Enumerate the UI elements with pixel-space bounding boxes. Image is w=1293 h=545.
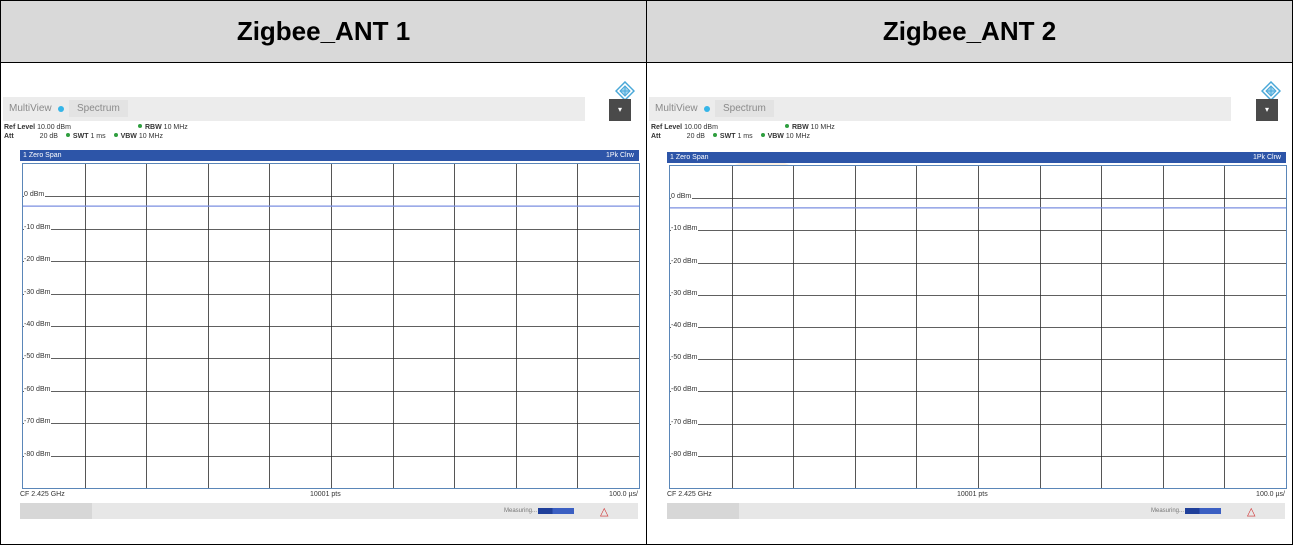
status-bar: Measuring... △ — [667, 503, 1285, 519]
grid-svg — [670, 166, 1286, 488]
status-segment — [667, 503, 739, 519]
grid-svg — [23, 164, 639, 488]
status-dot-icon — [760, 133, 765, 137]
att-label: Att — [4, 133, 14, 140]
ant2-screenshot-cell: MultiView Spectrum ▾ Ref Level 10.00 dBm… — [647, 63, 1292, 544]
time-per-division-label: 100.0 µs/ — [609, 491, 638, 498]
spectrum-analyzer-panel: MultiView Spectrum ▾ Ref Level 10.00 dBm… — [1, 63, 646, 544]
status-dot-icon — [113, 133, 118, 137]
trace-window-header: 1 Zero Span 1Pk Clrw — [20, 150, 639, 161]
ref-level-value: 10.00 dBm — [684, 124, 718, 131]
y-axis-label: -40 dBm — [671, 322, 699, 329]
y-axis-label: -30 dBm — [671, 290, 699, 297]
vbw-label: VBW — [767, 133, 784, 140]
status-segment — [20, 503, 92, 519]
y-axis-label: 0 dBm — [24, 191, 46, 198]
column-header-ant2: Zigbee_ANT 2 — [647, 1, 1292, 63]
sweep-points-label: 10001 pts — [957, 491, 988, 498]
rbw-label: RBW — [792, 124, 809, 131]
vbw-label: VBW — [120, 133, 137, 140]
trace-window-title: 1 Zero Span — [23, 152, 62, 159]
y-axis-label: -80 dBm — [671, 451, 699, 458]
measuring-status: Measuring... — [504, 508, 538, 514]
ref-level-value: 10.00 dBm — [37, 124, 71, 131]
sweep-points-label: 10001 pts — [310, 491, 341, 498]
y-axis-label: -10 dBm — [671, 225, 699, 232]
rbw-value: 10 MHz — [810, 124, 835, 131]
swt-label: SWT — [72, 133, 89, 140]
tab-spectrum[interactable]: Spectrum — [715, 100, 774, 117]
warning-icon: △ — [600, 506, 609, 518]
tab-multiview[interactable]: MultiView — [9, 103, 52, 114]
spectrum-analyzer-panel: MultiView Spectrum ▾ Ref Level 10.00 dBm… — [647, 63, 1292, 544]
trace-mode-label: 1Pk Clrw — [1252, 154, 1281, 161]
time-per-division-label: 100.0 µs/ — [1256, 491, 1285, 498]
trace-window-header: 1 Zero Span 1Pk Clrw — [667, 152, 1286, 163]
plot-footer: CF 2.425 GHz 10001 pts 100.0 µs/ — [20, 491, 638, 501]
status-dot-icon — [785, 124, 789, 128]
measuring-status: Measuring... — [1151, 508, 1185, 514]
comparison-table: Zigbee_ANT 1 Zigbee_ANT 2 MultiView Spec… — [0, 0, 1293, 545]
swt-label: SWT — [719, 133, 736, 140]
vbw-value: 10 MHz — [138, 133, 163, 140]
mode-tab-bar: MultiView Spectrum — [649, 97, 1231, 121]
center-frequency-label: CF 2.425 GHz — [667, 491, 712, 498]
plot-footer: CF 2.425 GHz 10001 pts 100.0 µs/ — [667, 491, 1285, 501]
status-dot-icon — [65, 133, 70, 137]
ref-level-label: Ref Level — [651, 124, 683, 131]
mode-tab-bar: MultiView Spectrum — [3, 97, 585, 121]
y-axis-label: -20 dBm — [671, 258, 699, 265]
y-axis-label: -60 dBm — [671, 386, 699, 393]
ant1-screenshot-cell: MultiView Spectrum ▾ Ref Level 10.00 dBm… — [1, 63, 646, 544]
y-axis-label: -40 dBm — [24, 321, 52, 328]
measurement-settings: Ref Level 10.00 dBm RBW 10 MHz Att 20 dB… — [651, 124, 951, 142]
y-axis-label: -20 dBm — [24, 256, 52, 263]
att-value: 20 dB — [686, 133, 705, 140]
status-dot-icon — [138, 124, 142, 128]
tab-multiview[interactable]: MultiView — [655, 103, 698, 114]
tab-spectrum[interactable]: Spectrum — [69, 100, 128, 117]
measuring-progress-bar — [538, 508, 574, 514]
measurement-settings: Ref Level 10.00 dBm RBW 10 MHz Att 20 dB… — [4, 124, 304, 142]
rbw-label: RBW — [145, 124, 162, 131]
rbw-value: 10 MHz — [163, 124, 188, 131]
center-frequency-label: CF 2.425 GHz — [20, 491, 65, 498]
tab-close-icon[interactable] — [58, 106, 64, 112]
y-axis-label: -80 dBm — [24, 451, 52, 458]
tab-close-icon[interactable] — [704, 106, 710, 112]
spectrum-plot-area: 0 dBm -10 dBm -20 dBm -30 dBm -40 dBm -50 dBm… — [669, 165, 1287, 489]
trace-mode-label: 1Pk Clrw — [605, 152, 634, 159]
trace-window-title: 1 Zero Span — [670, 154, 709, 161]
y-axis-label: 0 dBm — [671, 193, 693, 200]
swt-value: 1 ms — [90, 133, 106, 140]
y-axis-label: -30 dBm — [24, 289, 52, 296]
att-value: 20 dB — [39, 133, 58, 140]
y-axis-label: -50 dBm — [24, 353, 52, 360]
vbw-value: 10 MHz — [785, 133, 810, 140]
swt-value: 1 ms — [737, 133, 753, 140]
rohde-schwarz-logo-icon — [614, 80, 636, 102]
y-axis-label: -50 dBm — [671, 354, 699, 361]
y-axis-label: -70 dBm — [24, 418, 52, 425]
status-dot-icon — [712, 133, 717, 137]
att-label: Att — [651, 133, 661, 140]
column-title: Zigbee_ANT 1 — [236, 16, 411, 46]
ref-level-label: Ref Level — [4, 124, 36, 131]
y-axis-label: -70 dBm — [671, 419, 699, 426]
rohde-schwarz-logo-icon — [1260, 80, 1282, 102]
column-header-ant1: Zigbee_ANT 1 — [1, 1, 646, 63]
y-axis-label: -60 dBm — [24, 386, 52, 393]
y-axis-label: -10 dBm — [24, 224, 52, 231]
menu-dropdown-button[interactable]: ▾ — [609, 99, 631, 121]
status-bar: Measuring... △ — [20, 503, 638, 519]
menu-dropdown-button[interactable]: ▾ — [1256, 99, 1278, 121]
spectrum-plot-area: 0 dBm -10 dBm -20 dBm -30 dBm -40 dBm -50 dBm… — [22, 163, 640, 489]
measuring-progress-bar — [1185, 508, 1221, 514]
warning-icon: △ — [1247, 506, 1256, 518]
column-title: Zigbee_ANT 2 — [882, 16, 1057, 46]
